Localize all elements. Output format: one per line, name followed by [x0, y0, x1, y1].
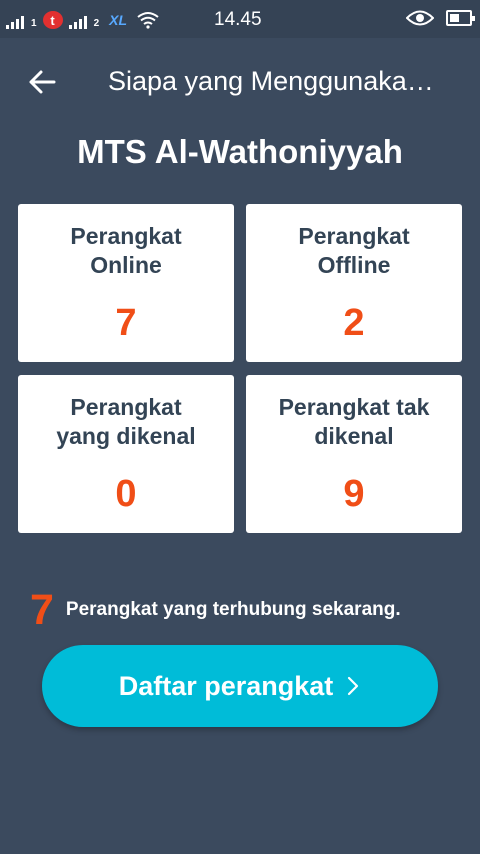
app-bar: Siapa yang Menggunaka…	[0, 38, 480, 122]
status-time: 14.45	[214, 9, 262, 30]
stat-label: Perangkat Online	[70, 223, 182, 278]
page-title: Siapa yang Menggunaka…	[108, 66, 434, 96]
back-button[interactable]	[20, 60, 64, 104]
sim2-label: 2	[93, 18, 100, 29]
status-bar: 1 t 2 XL 14.45	[0, 0, 480, 38]
site-name: MTS Al-Wathoniyyah	[77, 133, 403, 170]
connected-text: Perangkat yang terhubung sekarang.	[65, 599, 401, 620]
wifi-icon	[137, 12, 159, 29]
eye-icon	[406, 10, 434, 26]
stat-label: Perangkat yang dikenal	[56, 394, 196, 449]
carrier-icon: t	[42, 11, 63, 29]
battery-icon	[446, 10, 475, 26]
stat-card-known[interactable]: Perangkat yang dikenal 0	[18, 375, 234, 533]
stat-card-offline[interactable]: Perangkat Offline 2	[246, 204, 462, 362]
connected-summary: 7 Perangkat yang terhubung sekarang.	[30, 586, 470, 634]
stat-value: 9	[343, 473, 365, 515]
stat-label: Perangkat tak dikenal	[278, 394, 430, 449]
stat-value: 7	[115, 302, 137, 344]
sim1-label: 1	[31, 18, 37, 29]
status-right	[406, 9, 475, 27]
carrier-icon: XL	[109, 12, 128, 28]
device-list-button-label: Daftar perangkat	[118, 670, 334, 701]
stat-value: 0	[115, 473, 137, 515]
stat-label: Perangkat Offline	[298, 223, 410, 278]
stat-card-unknown[interactable]: Perangkat tak dikenal 9	[246, 375, 462, 533]
stat-card-online[interactable]: Perangkat Online 7	[18, 204, 234, 362]
stat-value: 2	[343, 302, 365, 344]
device-list-button[interactable]: Daftar perangkat	[42, 645, 438, 727]
connected-count: 7	[30, 585, 54, 634]
status-left: 1 t 2 XL	[6, 9, 159, 29]
back-arrow-icon	[29, 70, 56, 94]
chevron-right-icon	[348, 676, 359, 696]
signal-icon	[6, 13, 24, 29]
signal-icon	[68, 13, 87, 29]
